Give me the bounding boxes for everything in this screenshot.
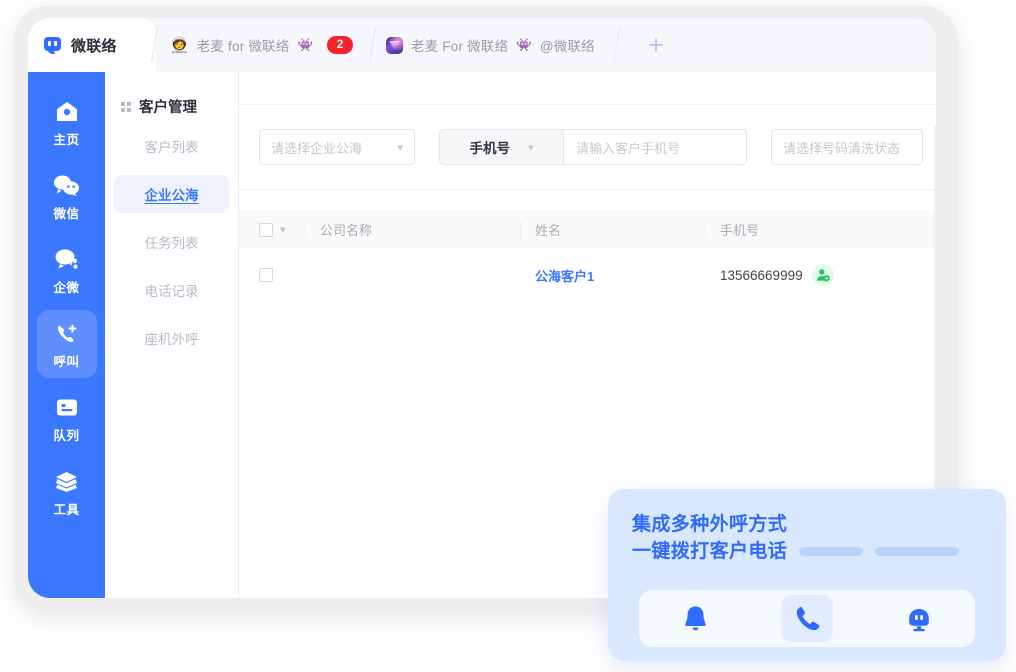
customer-phone-value: 13566669999	[720, 268, 803, 283]
chat-bubble-logo-icon	[44, 36, 63, 55]
search-field-select[interactable]: 手机号 ▾	[439, 129, 563, 165]
tab-mention: @微联络	[540, 35, 595, 55]
cell-phone: 13566669999	[720, 264, 920, 286]
screenshot-root: 微联络 🧑‍🚀 老麦 for 微联络 👾 2 老麦 For 微联络 👾 @微联络…	[0, 0, 1016, 672]
clean-status-select[interactable]: 请选择号码清洗状态	[771, 129, 923, 165]
column-header-name[interactable]: 姓名	[535, 220, 705, 239]
cell-name: 公海客户1	[535, 266, 705, 285]
chevron-down-icon[interactable]: ▾	[280, 223, 286, 236]
grid-dots-icon	[121, 102, 131, 112]
tab-unread-badge: 2	[327, 36, 353, 54]
tab-bar: 微联络 🧑‍🚀 老麦 for 微联络 👾 2 老麦 For 微联络 👾 @微联络…	[28, 18, 936, 72]
row-select-cell	[239, 268, 305, 282]
tab-label: 微联络	[71, 35, 117, 56]
tab-label: 老麦 for 微联络	[197, 35, 290, 55]
bell-icon[interactable]	[669, 595, 721, 642]
callout-line2: 一键拨打客户电话	[632, 538, 787, 565]
chevron-down-icon: ▾	[397, 141, 403, 154]
enterprise-sea-select-value: 请选择企业公海	[271, 138, 362, 157]
new-tab-button[interactable]: +	[628, 18, 684, 72]
alien-monster-icon: 👾	[297, 38, 313, 53]
callout-line2-row: 一键拨打客户电话	[632, 538, 982, 565]
sidebar-item-label: 队列	[37, 425, 97, 444]
customer-table: ▾ 公司名称 姓名 手机号	[239, 210, 936, 301]
sidebar-item-label: 主页	[37, 129, 97, 148]
sidebar-item-label: 工具	[37, 499, 97, 518]
row-spacer	[705, 267, 706, 284]
feature-callout-card: 集成多种外呼方式 一键拨打客户电话	[608, 489, 1006, 661]
astronaut-avatar-icon: 🧑‍🚀	[170, 38, 189, 53]
user-assigned-icon[interactable]	[812, 264, 834, 286]
column-header-phone[interactable]: 手机号	[720, 220, 920, 239]
row-spacer	[305, 267, 306, 284]
subnav-item-task-list[interactable]: 任务列表	[114, 223, 229, 261]
customer-phone-input[interactable]: 请输入客户手机号	[563, 129, 747, 165]
subnav-item-call-records[interactable]: 电话记录	[114, 271, 229, 309]
sidebar-item-wechat[interactable]: 微信	[37, 162, 97, 230]
sidebar-item-call[interactable]: 呼叫	[37, 310, 97, 378]
headset-robot-icon[interactable]	[893, 595, 945, 642]
customer-name-link[interactable]: 公海客户1	[535, 266, 594, 285]
phone-call-icon	[37, 320, 97, 346]
home-icon	[37, 98, 97, 124]
alien-monster-icon: 👾	[516, 38, 532, 53]
phone-icon[interactable]	[781, 595, 833, 642]
clean-status-select-value: 请选择号码清洗状态	[783, 138, 900, 157]
filter-bar: 请选择企业公海 ▾ 手机号 ▾ 请输入客户手机号 请选择号码清洗状态	[239, 105, 936, 189]
sidebar-item-work-wechat[interactable]: 企微	[37, 236, 97, 304]
tab-laomai-For-weilianluo[interactable]: 老麦 For 微联络 👾 @微联络	[372, 18, 616, 72]
sidebar-item-home[interactable]: 主页	[37, 88, 97, 156]
phone-search-group: 手机号 ▾ 请输入客户手机号	[439, 129, 747, 165]
row-checkbox[interactable]	[259, 268, 273, 282]
callout-icon-bar	[639, 590, 975, 647]
header-divider	[520, 221, 521, 238]
select-all-checkbox[interactable]	[259, 223, 273, 237]
sidebar-item-queue[interactable]: 队列	[37, 384, 97, 452]
queue-icon	[37, 394, 97, 420]
row-spacer	[520, 267, 521, 284]
subnav-title: 客户管理	[105, 72, 238, 117]
subnav-item-customer-list[interactable]: 客户列表	[114, 127, 229, 165]
sidebar-item-label: 微信	[37, 203, 97, 222]
sidebar-item-label: 企微	[37, 277, 97, 296]
placeholder-bar	[875, 547, 959, 556]
select-all-cell: ▾	[239, 223, 305, 237]
subnav-item-enterprise-sea[interactable]: 企业公海	[114, 175, 229, 213]
tab-laomai-for-weilianluo[interactable]: 🧑‍🚀 老麦 for 微联络 👾 2	[156, 18, 372, 72]
secondary-sidebar: 客户管理 客户列表 企业公海 任务列表 电话记录 座机外呼	[105, 72, 239, 598]
header-divider	[705, 221, 706, 238]
table-header-row: ▾ 公司名称 姓名 手机号	[239, 210, 936, 249]
enterprise-sea-select[interactable]: 请选择企业公海 ▾	[259, 129, 415, 165]
tab-weilianluo[interactable]: 微联络	[28, 18, 156, 72]
wechat-icon	[37, 172, 97, 198]
gradient-app-icon	[386, 37, 403, 54]
table-row[interactable]: 公海客户1 13566669999	[239, 249, 936, 301]
sidebar-item-tools[interactable]: 工具	[37, 458, 97, 526]
layers-tools-icon	[37, 468, 97, 494]
subnav-item-landline-outbound[interactable]: 座机外呼	[114, 319, 229, 357]
primary-sidebar: 主页 微信	[28, 72, 105, 598]
column-header-company[interactable]: 公司名称	[320, 220, 520, 239]
work-wechat-icon	[37, 246, 97, 272]
sidebar-item-label: 呼叫	[37, 351, 97, 370]
content-top-strip	[239, 72, 936, 105]
search-field-select-value: 手机号	[469, 137, 510, 157]
header-divider	[305, 221, 306, 238]
subnav-title-label: 客户管理	[139, 96, 197, 117]
chevron-down-icon: ▾	[528, 141, 534, 154]
callout-line1: 集成多种外呼方式	[632, 511, 982, 538]
tab-label: 老麦 For 微联络	[411, 35, 508, 55]
placeholder-bar	[799, 547, 863, 556]
